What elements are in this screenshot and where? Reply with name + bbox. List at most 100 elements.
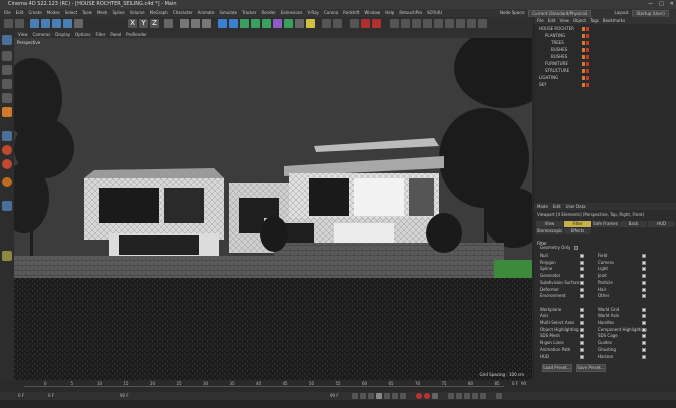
object-visibility-dots[interactable] [582,48,589,52]
end-frame-field[interactable]: 90 F [330,393,339,398]
scale-icon[interactable] [52,19,61,28]
object-row[interactable]: HOUSE ROCHTER [534,26,676,33]
filter-option-checkbox[interactable] [580,307,584,312]
lock-workplane-icon[interactable] [2,159,12,169]
start-frame-field[interactable]: 0 F [18,393,24,398]
filter-option-checkbox[interactable] [642,294,646,299]
filter-option-checkbox[interactable] [642,354,646,359]
object-row[interactable]: STRUCTURE [534,68,676,75]
filter-option-checkbox[interactable] [580,347,584,352]
filter-option-checkbox[interactable] [642,334,646,339]
plugin-palette-icon[interactable] [2,251,12,261]
vray-light-icon[interactable] [333,19,342,28]
redshift-icon[interactable] [361,19,370,28]
attribute-tab-hud[interactable]: HUD [648,221,675,227]
render-visibility-icon[interactable] [586,62,589,66]
move-icon[interactable] [41,19,50,28]
render-visibility-icon[interactable] [586,55,589,59]
viewport-menu-item[interactable]: Panel [110,31,121,38]
filter-option-checkbox[interactable] [580,354,584,359]
filter-option-checkbox[interactable] [642,260,646,265]
filter-option-checkbox[interactable] [580,260,584,265]
rotation-key-icon[interactable] [464,393,470,399]
plugin-b-icon[interactable] [401,19,410,28]
filter-option-checkbox[interactable] [642,274,646,279]
attribute-tab-back[interactable]: Back [620,221,647,227]
render-settings-icon[interactable] [202,19,211,28]
light-icon[interactable] [306,19,315,28]
plugin-a-icon[interactable] [390,19,399,28]
attribute-menu-item[interactable]: User Data [566,203,586,210]
plugin-h-icon[interactable] [467,19,476,28]
menu-item[interactable]: Select [65,9,77,17]
menu-item[interactable]: Modes [47,9,60,17]
geometry-only-checkbox[interactable] [574,246,578,250]
play-icon[interactable] [376,393,382,399]
object-row[interactable]: PLANTING [534,33,676,40]
redshift-rv-icon[interactable] [372,19,381,28]
attribute-menu-item[interactable]: Edit [553,203,561,210]
viewport-menu-item[interactable]: View [18,31,28,38]
load-preset-button[interactable]: Load Preset... [542,364,572,372]
live-select-icon[interactable] [30,19,39,28]
attribute-tab-filter[interactable]: Filter [564,221,591,227]
editor-visibility-icon[interactable] [582,41,585,45]
previous-frame-icon[interactable] [368,393,374,399]
close-icon[interactable]: ✕ [670,0,674,9]
editor-visibility-icon[interactable] [582,69,585,73]
edges-mode-icon[interactable] [2,93,12,103]
go-to-end-icon[interactable] [400,393,406,399]
viewport-menu-item[interactable]: Display [55,31,70,38]
menu-item[interactable]: Tools [82,9,92,17]
position-key-icon[interactable] [448,393,454,399]
deformer-icon[interactable] [273,19,282,28]
keyframe-selection-icon[interactable] [432,393,438,399]
render-visibility-icon[interactable] [586,41,589,45]
viewport[interactable]: Perspective Grid Spacing : 100 cm [14,38,532,380]
render-visibility-icon[interactable] [586,83,589,87]
editor-visibility-icon[interactable] [582,48,585,52]
filter-option-checkbox[interactable] [580,334,584,339]
object-visibility-dots[interactable] [582,55,589,59]
model-mode-icon[interactable] [2,51,12,61]
object-row[interactable]: SKY [534,82,676,89]
editor-visibility-icon[interactable] [582,62,585,66]
filter-option-checkbox[interactable] [580,327,584,332]
object-manager-menu-item[interactable]: View [559,17,569,24]
attribute-menu-item[interactable]: Mode [537,203,548,210]
axis-x-button[interactable]: X [128,19,137,28]
menu-item[interactable]: Character [173,9,193,17]
menu-item[interactable]: Simulate [219,9,237,17]
filter-option-checkbox[interactable] [642,307,646,312]
menu-item[interactable]: V-Ray [307,9,318,17]
plugin-i-icon[interactable] [478,19,487,28]
render-visibility-icon[interactable] [586,48,589,52]
texture-mode-icon[interactable] [2,65,12,75]
filter-option-checkbox[interactable] [642,347,646,352]
viewport-menu-item[interactable]: Options [75,31,90,38]
attribute-tab-effects[interactable]: Effects [564,228,591,234]
rotate-icon[interactable] [63,19,72,28]
points-mode-icon[interactable] [2,79,12,89]
redo-icon[interactable] [15,19,24,28]
render-view-icon[interactable] [180,19,189,28]
menu-item[interactable]: Help [385,9,394,17]
plugin-g-icon[interactable] [456,19,465,28]
filter-option-checkbox[interactable] [642,341,646,346]
autokey-icon[interactable] [424,393,430,399]
camera-icon[interactable] [295,19,304,28]
menu-item[interactable]: Volume [130,9,145,17]
render-picture-viewer-icon[interactable] [191,19,200,28]
object-visibility-dots[interactable] [582,27,589,31]
attribute-tab-stereoscopic[interactable]: Stereoscopic [536,228,563,234]
object-visibility-dots[interactable] [582,76,589,80]
menu-item[interactable]: Window [364,9,380,17]
viewport-menu-item[interactable]: ProRender [126,31,147,38]
filter-option-checkbox[interactable] [642,287,646,292]
menu-item[interactable]: Corona [324,9,338,17]
editor-visibility-icon[interactable] [582,83,585,87]
menu-item[interactable]: Redshift [343,9,359,17]
next-key-icon[interactable] [392,393,398,399]
object-visibility-dots[interactable] [582,34,589,38]
cube-icon[interactable] [218,19,227,28]
